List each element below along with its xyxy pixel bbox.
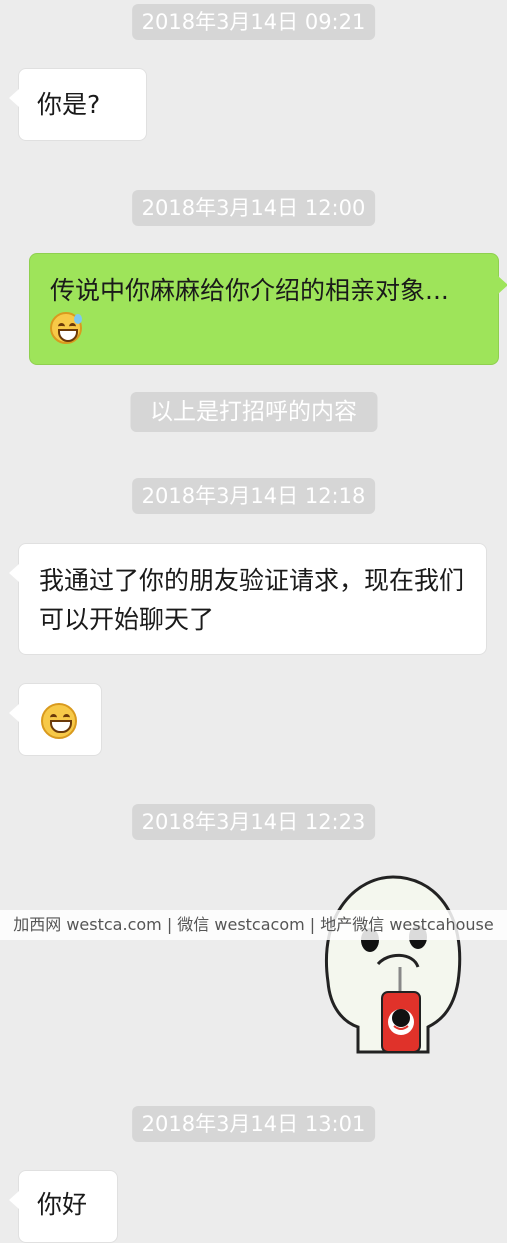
timestamp-3: 2018年3月14日 12:18 xyxy=(131,478,376,514)
message-text: 你好 xyxy=(37,1190,88,1219)
grinning-emoji xyxy=(41,703,77,739)
timestamp-4: 2018年3月14日 12:23 xyxy=(131,804,376,840)
sticker-message[interactable] xyxy=(318,872,468,1062)
message-text: 我通过了你的朋友验证请求，现在我们可以开始聊天了 xyxy=(39,566,465,634)
timestamp-1: 2018年3月14日 09:21 xyxy=(131,4,376,40)
grinning-sweat-emoji xyxy=(50,312,82,344)
message-text: 你是? xyxy=(37,90,101,119)
message-text: 传说中你麻麻给你介绍的相亲对象... xyxy=(50,276,449,305)
message-incoming-2[interactable]: 我通过了你的朋友验证请求，现在我们可以开始聊天了 xyxy=(9,543,487,655)
message-incoming-3[interactable]: 你好 xyxy=(9,1170,118,1243)
message-incoming-emoji[interactable] xyxy=(9,683,102,756)
message-incoming-1[interactable]: 你是? xyxy=(9,68,147,141)
system-notice: 以上是打招呼的内容 xyxy=(130,392,377,432)
timestamp-2: 2018年3月14日 12:00 xyxy=(131,190,376,226)
cartoon-ghost-drinking-sticker xyxy=(325,875,462,1054)
watermark: 加西网 westca.com | 微信 westcacom | 地产微信 wes… xyxy=(0,910,507,940)
timestamp-5: 2018年3月14日 13:01 xyxy=(131,1106,376,1142)
message-outgoing-1[interactable]: 传说中你麻麻给你介绍的相亲对象... xyxy=(29,253,507,365)
